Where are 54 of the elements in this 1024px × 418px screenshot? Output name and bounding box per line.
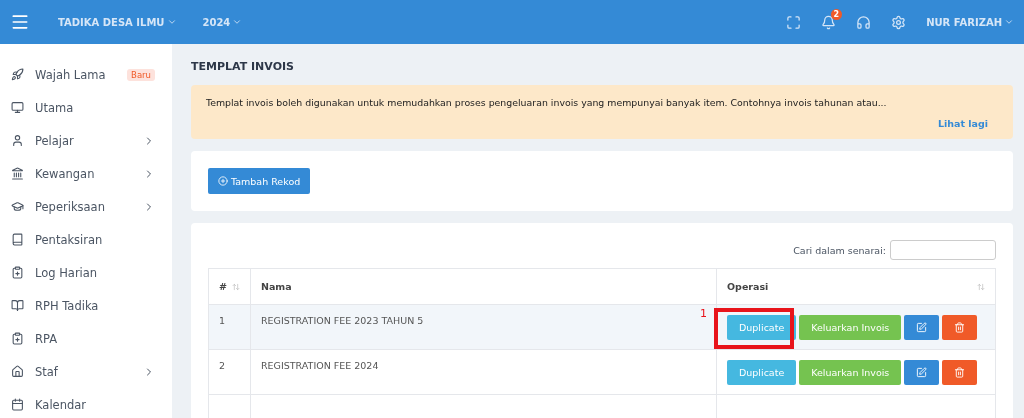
bank-icon — [11, 167, 24, 180]
edit-icon — [916, 366, 928, 378]
chevron-down-icon — [232, 17, 243, 27]
delete-button[interactable] — [942, 359, 978, 385]
trash-icon — [954, 321, 966, 333]
open-book-icon — [11, 299, 24, 312]
monitor-icon — [11, 101, 24, 114]
sidebar-item[interactable]: Staf — [0, 355, 172, 388]
sidebar-item[interactable]: Log Harian — [0, 256, 172, 289]
delete-button[interactable] — [942, 314, 978, 340]
plus-circle-icon — [218, 176, 228, 186]
trash-icon — [954, 366, 966, 378]
table-cell: 1 — [208, 304, 251, 350]
rocket-icon — [11, 68, 24, 81]
notice-text: Templat invois boleh digunakan untuk memudahkan proses pengeluaran invois yang mempunyai banyak item. Contohnya invois tahunan atau... — [206, 97, 888, 108]
add-record-button[interactable]: Tambah Rekod — [208, 168, 311, 194]
table-cell: REGISTRATION FEE 2024 — [250, 349, 717, 395]
annotation-number: 1 — [700, 307, 707, 320]
headset-icon[interactable] — [856, 14, 872, 30]
notification-badge: 2 — [830, 8, 843, 20]
chevron-down-icon — [166, 17, 177, 27]
graduation-cap-icon — [11, 200, 24, 213]
clipboard-icon — [11, 332, 24, 345]
sidebar-item[interactable]: Wajah Lama Baru — [0, 58, 172, 91]
house-icon — [11, 365, 24, 378]
sidebar-item[interactable]: Pelajar — [0, 124, 172, 157]
settings-icon[interactable] — [891, 14, 907, 30]
sidebar-item[interactable]: Utama — [0, 91, 172, 124]
sidebar-item[interactable]: RPA — [0, 322, 172, 355]
search-field[interactable] — [890, 240, 996, 260]
sidebar-item[interactable]: Kewangan — [0, 157, 172, 190]
column-header[interactable]: # — [208, 268, 251, 305]
sidebar-item[interactable]: RPH Tadika — [0, 289, 172, 322]
fullscreen-icon[interactable] — [786, 14, 802, 30]
table-cell: 2 — [208, 349, 251, 395]
calendar-icon — [11, 398, 24, 411]
page-title: TEMPLAT INVOIS — [191, 60, 295, 73]
sort-icon[interactable] — [232, 282, 240, 291]
user-icon — [11, 134, 24, 147]
edit-icon — [916, 321, 928, 333]
clipboard-icon — [11, 266, 24, 279]
menu-icon[interactable] — [10, 12, 30, 32]
edit-button[interactable] — [904, 359, 940, 385]
sidebar-item[interactable]: Peperiksaan — [0, 190, 172, 223]
edit-button[interactable] — [904, 314, 940, 340]
column-header[interactable]: Nama — [250, 268, 717, 305]
book-icon — [11, 233, 24, 246]
column-header[interactable]: Operasi — [716, 268, 996, 305]
search-label: Cari dalam senarai: — [793, 244, 886, 256]
sidebar-item[interactable]: Pentaksiran — [0, 223, 172, 256]
sort-icon[interactable] — [977, 282, 985, 291]
new-badge: Baru — [127, 68, 155, 81]
chevron-down-icon — [1004, 17, 1014, 27]
sidebar-item[interactable]: Kalendar — [0, 388, 172, 418]
